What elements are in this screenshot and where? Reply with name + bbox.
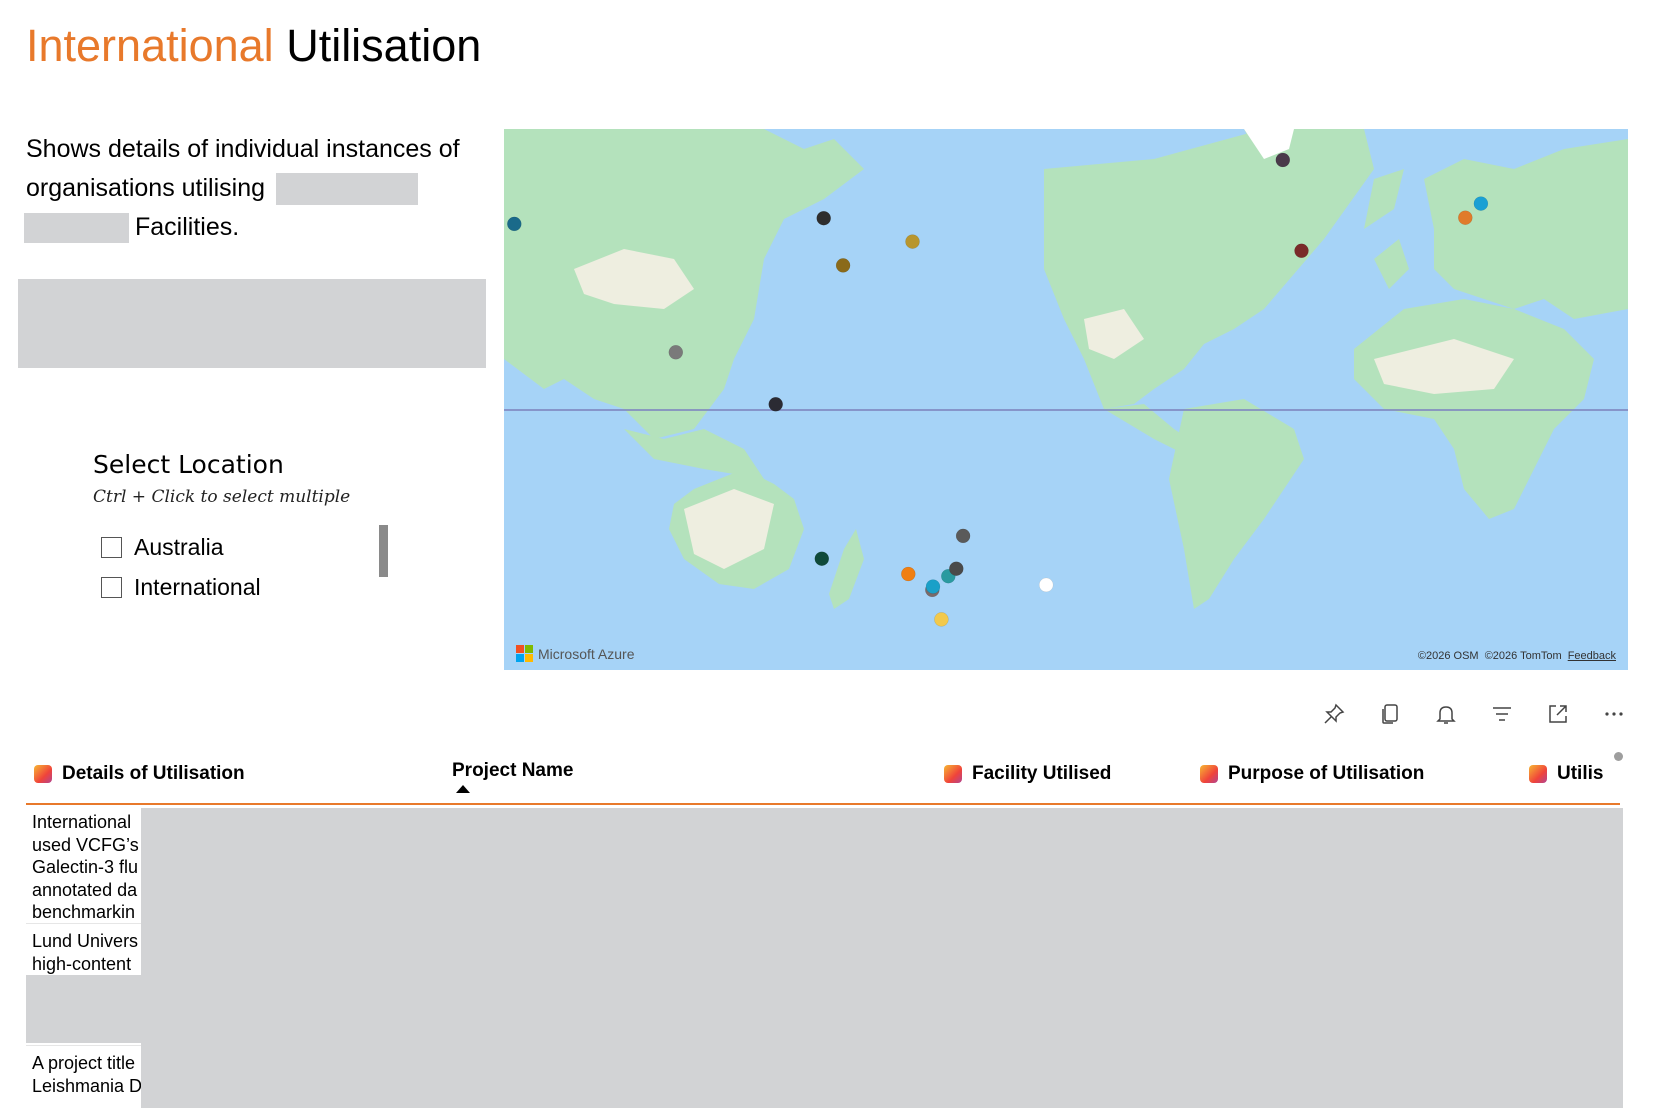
more-options-icon (1605, 712, 1623, 716)
column-header-purpose[interactable]: Purpose of Utilisation (1200, 763, 1424, 785)
copy-icon (1382, 704, 1398, 724)
bell-icon (1436, 706, 1456, 724)
map-provider-logo: Microsoft Azure (516, 645, 634, 662)
page-title-accent: International (26, 20, 274, 71)
map-marker[interactable] (507, 216, 522, 232)
map-marker[interactable] (1275, 152, 1291, 168)
slicer-scrollbar[interactable] (379, 525, 388, 577)
map-marker[interactable] (668, 345, 684, 360)
map-marker[interactable] (905, 234, 920, 249)
map-attribution: ©2026 OSM ©2026 TomTom Feedback (1417, 650, 1616, 662)
map-marker[interactable] (925, 579, 941, 594)
pin-icon (1324, 703, 1345, 724)
slicer-subtitle: Ctrl + Click to select multiple (93, 487, 351, 507)
map-marker[interactable] (835, 258, 851, 273)
redacted-block (18, 279, 486, 368)
redacted-block (141, 808, 1623, 1108)
pin-visual-button[interactable] (1306, 698, 1362, 730)
slicer-option-international[interactable]: International (101, 567, 391, 607)
map-marker[interactable] (901, 566, 916, 582)
column-header-utilisation[interactable]: Utilis (1529, 763, 1603, 785)
map-marker[interactable] (934, 612, 949, 627)
measure-icon (944, 765, 962, 783)
description-line-2: organisations utilising (26, 169, 486, 208)
description-line-3: Facilities. (24, 208, 486, 247)
world-map[interactable]: Microsoft Azure ©2026 OSM ©2026 TomTom Fe… (504, 129, 1628, 670)
feedback-link[interactable]: Feedback (1568, 650, 1616, 662)
subscribe-alert-button[interactable] (1418, 698, 1474, 730)
description-line-1: Shows details of individual instances of (26, 135, 460, 163)
checkbox[interactable] (101, 576, 122, 598)
map-marker[interactable] (949, 561, 964, 576)
focus-mode-icon (1549, 705, 1567, 723)
slicer-option-label: Australia (134, 533, 224, 560)
slicer-option-label: International (134, 573, 261, 600)
map-marker[interactable] (1473, 196, 1489, 211)
redacted-text (275, 173, 418, 206)
slicer-option-australia[interactable]: Australia (101, 527, 391, 567)
page-description: Shows details of individual instances of… (24, 130, 486, 247)
sort-ascending-icon (456, 785, 470, 793)
column-header-facility[interactable]: Facility Utilised (944, 763, 1111, 785)
map-marker[interactable] (955, 528, 971, 544)
redacted-block (26, 975, 166, 1043)
measure-icon (1200, 765, 1218, 783)
measure-icon (1529, 765, 1547, 783)
map-canvas (504, 129, 1628, 627)
copy-visual-button[interactable] (1362, 698, 1418, 730)
slicer-title: Select Location (93, 450, 284, 479)
location-slicer: Australia International (101, 527, 391, 607)
filter-button[interactable] (1474, 698, 1530, 730)
map-marker[interactable] (1294, 243, 1309, 259)
filter-icon (1493, 707, 1511, 721)
column-header-project-name[interactable]: Project Name (452, 760, 573, 782)
page-title-rest: Utilisation (273, 20, 482, 71)
map-marker[interactable] (816, 210, 831, 226)
page-title: International Utilisation (26, 20, 481, 72)
map-marker[interactable] (814, 551, 830, 566)
visual-header-toolbar (1306, 698, 1642, 730)
table-header: Details of Utilisation Project Name Faci… (26, 745, 1620, 805)
checkbox[interactable] (101, 536, 122, 558)
measure-icon (34, 765, 52, 783)
map-provider-name: Microsoft Azure (538, 645, 635, 662)
redacted-text (24, 213, 129, 244)
map-marker[interactable] (1038, 577, 1054, 593)
column-header-details[interactable]: Details of Utilisation (34, 763, 245, 785)
microsoft-logo-icon (516, 645, 533, 662)
map-marker[interactable] (768, 397, 783, 412)
map-marker[interactable] (1458, 210, 1473, 225)
more-options-button[interactable] (1586, 698, 1642, 730)
table-scroll-indicator[interactable] (1614, 752, 1623, 761)
focus-mode-button[interactable] (1530, 698, 1586, 730)
